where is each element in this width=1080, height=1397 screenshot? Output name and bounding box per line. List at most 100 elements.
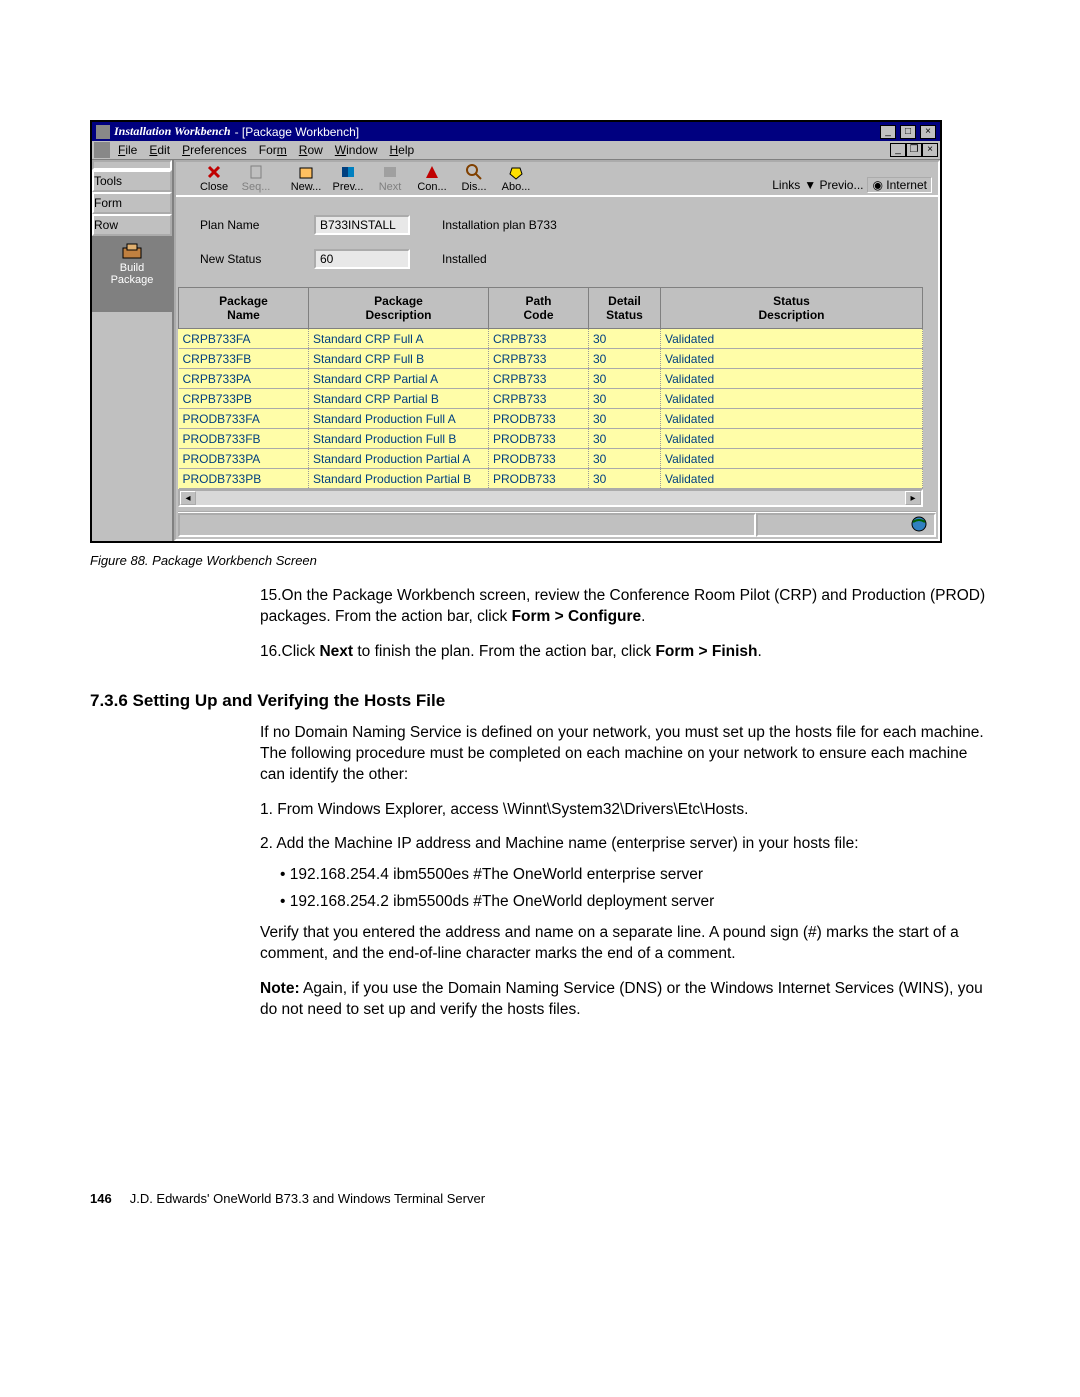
app-window: Installation Workbench - [Package Workbe… bbox=[90, 120, 942, 543]
minimize-button[interactable]: _ bbox=[880, 125, 896, 139]
close-button[interactable]: × bbox=[920, 125, 936, 139]
ol-2: 2. Add the Machine IP address and Machin… bbox=[260, 834, 990, 1020]
table-cell[interactable]: Validated bbox=[661, 429, 923, 449]
table-row[interactable]: CRPB733PAStandard CRP Partial ACRPB73330… bbox=[179, 369, 923, 389]
title-bar: Installation Workbench - [Package Workbe… bbox=[92, 122, 940, 141]
col-package-desc[interactable]: PackageDescription bbox=[309, 288, 489, 329]
sidebar-tab-form[interactable]: Form bbox=[92, 192, 172, 214]
para-verify: Verify that you entered the address and … bbox=[260, 923, 990, 965]
table-cell[interactable]: Validated bbox=[661, 349, 923, 369]
table-cell[interactable]: Standard Production Partial A bbox=[309, 449, 489, 469]
table-cell[interactable]: PRODB733 bbox=[489, 449, 589, 469]
table-cell[interactable]: PRODB733PB bbox=[179, 469, 309, 489]
table-cell[interactable]: 30 bbox=[589, 369, 661, 389]
menu-help[interactable]: Help bbox=[383, 141, 420, 159]
table-row[interactable]: PRODB733FAStandard Production Full APROD… bbox=[179, 409, 923, 429]
table-cell[interactable]: Validated bbox=[661, 389, 923, 409]
scroll-right-button[interactable]: ▸ bbox=[905, 491, 921, 505]
menu-edit[interactable]: Edit bbox=[143, 141, 176, 159]
table-row[interactable]: PRODB733PAStandard Production Partial AP… bbox=[179, 449, 923, 469]
table-cell[interactable]: Validated bbox=[661, 329, 923, 349]
sidebar-header bbox=[92, 160, 172, 170]
table-cell[interactable]: Standard CRP Full A bbox=[309, 329, 489, 349]
menu-window[interactable]: Window bbox=[329, 141, 384, 159]
table-row[interactable]: PRODB733PBStandard Production Partial BP… bbox=[179, 469, 923, 489]
internet-link[interactable]: ◉ Internet bbox=[867, 177, 932, 193]
links-label: Links bbox=[772, 178, 800, 192]
menu-preferences[interactable]: Preferences bbox=[176, 141, 253, 159]
tb-abo[interactable]: Abo... bbox=[496, 164, 536, 193]
horizontal-scrollbar[interactable]: ◂ ▸ bbox=[178, 489, 923, 507]
tb-prev[interactable]: Prev... bbox=[328, 164, 368, 193]
tb-close[interactable]: Close bbox=[194, 164, 234, 193]
mdi-close-button[interactable]: × bbox=[922, 143, 938, 157]
tb-con[interactable]: Con... bbox=[412, 164, 452, 193]
figure-caption: Figure 88. Package Workbench Screen bbox=[90, 553, 990, 568]
table-cell[interactable]: Standard Production Full A bbox=[309, 409, 489, 429]
col-package-name[interactable]: PackageName bbox=[179, 288, 309, 329]
table-cell[interactable]: 30 bbox=[589, 449, 661, 469]
table-cell[interactable]: CRPB733 bbox=[489, 369, 589, 389]
table-cell[interactable]: PRODB733 bbox=[489, 429, 589, 449]
scroll-left-button[interactable]: ◂ bbox=[180, 491, 196, 505]
table-cell[interactable]: Validated bbox=[661, 469, 923, 489]
table-cell[interactable]: PRODB733 bbox=[489, 409, 589, 429]
table-cell[interactable]: CRPB733 bbox=[489, 329, 589, 349]
sidebar-selected-label1: Build bbox=[92, 262, 172, 274]
menu-file[interactable]: File bbox=[112, 141, 143, 159]
table-row[interactable]: CRPB733FAStandard CRP Full ACRPB73330Val… bbox=[179, 329, 923, 349]
table-cell[interactable]: 30 bbox=[589, 329, 661, 349]
table-cell[interactable]: Validated bbox=[661, 449, 923, 469]
plan-name-input[interactable] bbox=[314, 215, 410, 235]
table-cell[interactable]: Standard CRP Partial B bbox=[309, 389, 489, 409]
table-cell[interactable]: CRPB733FB bbox=[179, 349, 309, 369]
table-row[interactable]: CRPB733FBStandard CRP Full BCRPB73330Val… bbox=[179, 349, 923, 369]
step-16: 16.Click Next to finish the plan. From t… bbox=[260, 642, 990, 663]
table-cell[interactable]: CRPB733FA bbox=[179, 329, 309, 349]
table-cell[interactable]: Standard Production Partial B bbox=[309, 469, 489, 489]
sidebar-tab-row[interactable]: Row bbox=[92, 214, 172, 236]
col-detail-status[interactable]: DetailStatus bbox=[589, 288, 661, 329]
tb-new[interactable]: New... bbox=[286, 164, 326, 193]
col-status-desc[interactable]: StatusDescription bbox=[661, 288, 923, 329]
table-cell[interactable]: 30 bbox=[589, 389, 661, 409]
section-heading: 7.3.6 Setting Up and Verifying the Hosts… bbox=[90, 691, 990, 711]
table-cell[interactable]: Validated bbox=[661, 409, 923, 429]
menu-form[interactable]: Form bbox=[253, 141, 293, 159]
ol-1: 1. From Windows Explorer, access \Winnt\… bbox=[260, 800, 990, 821]
table-cell[interactable]: 30 bbox=[589, 469, 661, 489]
package-grid[interactable]: PackageName PackageDescription PathCode … bbox=[178, 287, 923, 489]
table-cell[interactable]: PRODB733PA bbox=[179, 449, 309, 469]
plan-name-label: Plan Name bbox=[200, 218, 290, 232]
table-cell[interactable]: CRPB733PB bbox=[179, 389, 309, 409]
table-row[interactable]: CRPB733PBStandard CRP Partial BCRPB73330… bbox=[179, 389, 923, 409]
table-cell[interactable]: PRODB733FA bbox=[179, 409, 309, 429]
col-path-code[interactable]: PathCode bbox=[489, 288, 589, 329]
table-cell[interactable]: Standard CRP Partial A bbox=[309, 369, 489, 389]
links-dropdown[interactable]: ▼ Previo... bbox=[804, 178, 863, 192]
new-status-input[interactable] bbox=[314, 249, 410, 269]
table-cell[interactable]: PRODB733FB bbox=[179, 429, 309, 449]
table-cell[interactable]: 30 bbox=[589, 409, 661, 429]
table-cell[interactable]: CRPB733 bbox=[489, 389, 589, 409]
table-row[interactable]: PRODB733FBStandard Production Full BPROD… bbox=[179, 429, 923, 449]
mdi-restore-button[interactable]: ❐ bbox=[906, 143, 922, 157]
app-icon bbox=[96, 125, 110, 139]
table-cell[interactable]: PRODB733 bbox=[489, 469, 589, 489]
para-intro: If no Domain Naming Service is defined o… bbox=[260, 723, 990, 786]
table-cell[interactable]: CRPB733 bbox=[489, 349, 589, 369]
sidebar-tab-tools[interactable]: Tools bbox=[92, 170, 172, 192]
table-cell[interactable]: Standard Production Full B bbox=[309, 429, 489, 449]
maximize-button[interactable]: □ bbox=[900, 125, 916, 139]
table-cell[interactable]: CRPB733PA bbox=[179, 369, 309, 389]
table-cell[interactable]: 30 bbox=[589, 349, 661, 369]
sidebar-selected[interactable]: Build Package bbox=[92, 236, 172, 312]
scroll-track[interactable] bbox=[196, 491, 905, 505]
plan-name-desc: Installation plan B733 bbox=[442, 218, 557, 232]
menu-row[interactable]: Row bbox=[293, 141, 329, 159]
table-cell[interactable]: 30 bbox=[589, 429, 661, 449]
mdi-minimize-button[interactable]: _ bbox=[890, 143, 906, 157]
table-cell[interactable]: Standard CRP Full B bbox=[309, 349, 489, 369]
table-cell[interactable]: Validated bbox=[661, 369, 923, 389]
tb-dis[interactable]: Dis... bbox=[454, 164, 494, 193]
